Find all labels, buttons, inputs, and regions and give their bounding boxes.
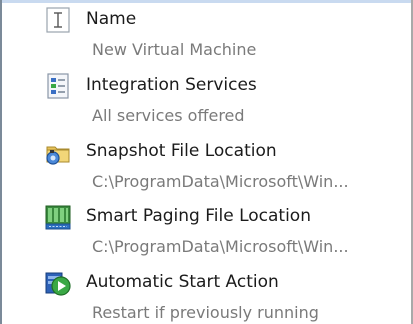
snapshot-icon bbox=[44, 138, 72, 166]
integration-services-icon bbox=[44, 72, 72, 100]
settings-item-name[interactable]: Name New Virtual Machine bbox=[44, 6, 404, 72]
vm-settings-panel: Name New Virtual Machine Integration Ser… bbox=[0, 0, 413, 324]
settings-item-value: C:\ProgramData\Microsoft\Win... bbox=[92, 237, 349, 256]
settings-item-value: New Virtual Machine bbox=[92, 40, 257, 59]
settings-item-value: All services offered bbox=[92, 106, 245, 125]
settings-item-integration-services[interactable]: Integration Services All services offere… bbox=[44, 72, 404, 138]
settings-item-value: Restart if previously running bbox=[92, 303, 319, 322]
settings-item-title: Automatic Start Action bbox=[86, 272, 279, 292]
settings-item-title: Smart Paging File Location bbox=[86, 206, 311, 226]
settings-item-value: C:\ProgramData\Microsoft\Win... bbox=[92, 172, 349, 191]
panel-left-border bbox=[0, 0, 2, 324]
settings-item-automatic-start-action[interactable]: Automatic Start Action Restart if previo… bbox=[44, 269, 404, 324]
automatic-start-icon bbox=[44, 269, 72, 297]
settings-item-smart-paging-file-location[interactable]: Smart Paging File Location C:\ProgramDat… bbox=[44, 203, 404, 269]
settings-item-title: Name bbox=[86, 9, 137, 29]
settings-item-title: Integration Services bbox=[86, 75, 257, 95]
panel-top-edge bbox=[0, 0, 413, 3]
settings-item-title: Snapshot File Location bbox=[86, 141, 277, 161]
smart-paging-icon bbox=[44, 203, 72, 231]
name-icon bbox=[44, 6, 72, 34]
settings-item-snapshot-file-location[interactable]: Snapshot File Location C:\ProgramData\Mi… bbox=[44, 138, 404, 204]
